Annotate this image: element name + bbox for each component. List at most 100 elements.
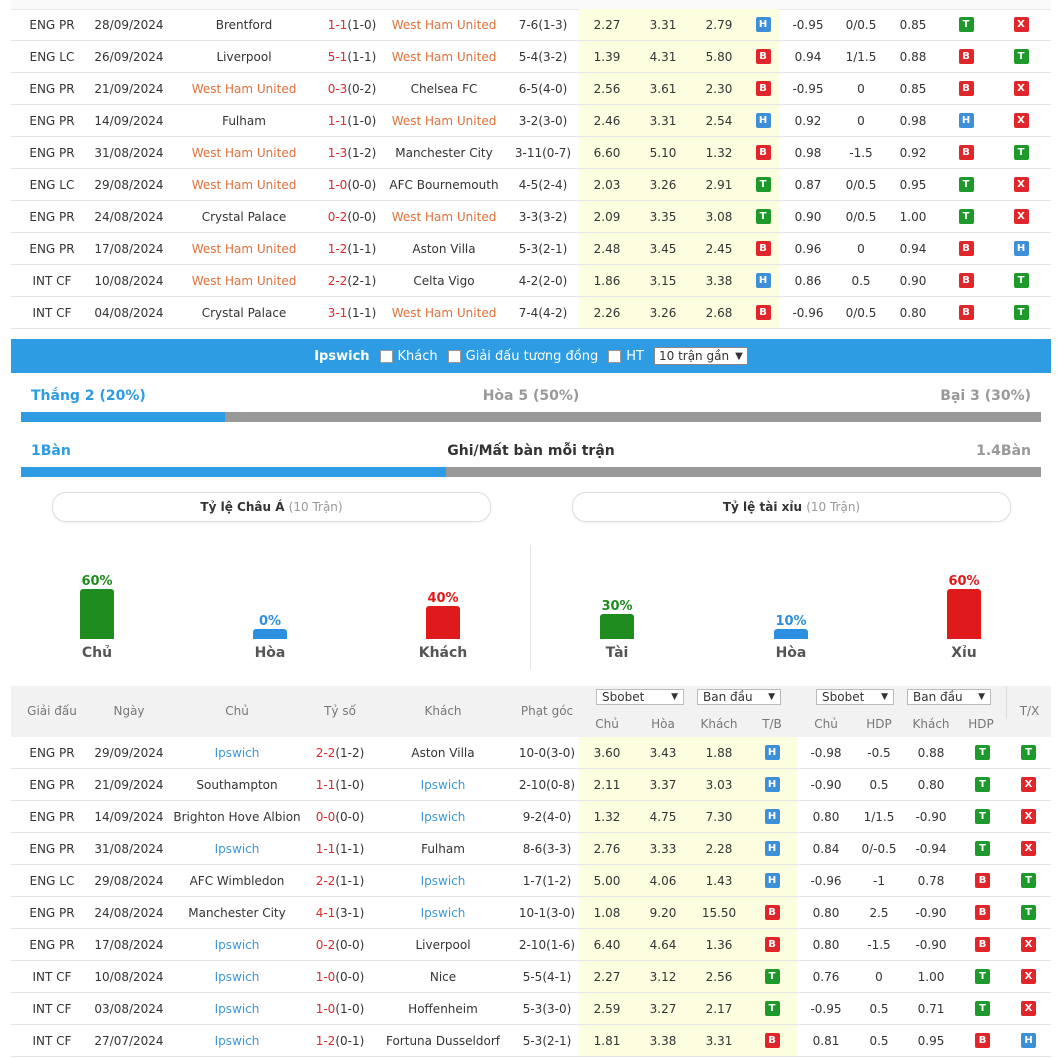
score-cell: 5-1(1-1) xyxy=(323,40,381,73)
hdp-cell: 1/1.5 xyxy=(837,40,885,73)
away-team-link[interactable]: West Ham United xyxy=(381,296,507,329)
score-cell: 1-1(1-0) xyxy=(309,768,371,801)
away-team-link[interactable]: West Ham United xyxy=(381,9,507,41)
table-row[interactable]: ENG PR 31/08/2024 Ipswich 1-1(1-1) Fulham 8-6… xyxy=(11,832,1051,865)
odds-result-badge-cell: B xyxy=(747,928,797,961)
away-team-link[interactable]: Aston Villa xyxy=(381,232,507,265)
hdp-result-badge: B xyxy=(975,937,990,952)
odds-bookmaker-select[interactable]: Sbobet ▼ xyxy=(596,689,684,705)
home-team-link[interactable]: Liverpool xyxy=(165,40,323,73)
hdp-result-badge-cell: T xyxy=(959,768,1006,801)
away-team-link[interactable]: Nice xyxy=(371,960,515,993)
away-team-link[interactable]: Liverpool xyxy=(371,928,515,961)
table-row[interactable]: ENG PR 21/09/2024 Southampton 1-1(1-0) Ipswi… xyxy=(11,768,1051,801)
away-team-link[interactable]: Ipswich xyxy=(371,896,515,929)
col-away: Khách xyxy=(424,704,462,718)
odds-timing-select[interactable]: Ban đầu ▼ xyxy=(697,689,781,705)
table-row[interactable]: ENG PR 24/08/2024 Crystal Palace 0-2(0-0) We… xyxy=(11,200,1051,233)
hdp-cell: 0/0.5 xyxy=(837,200,885,233)
home-team-link[interactable]: Ipswich xyxy=(165,1024,309,1057)
date-cell: 29/08/2024 xyxy=(93,168,165,201)
ah-home-cell: -0.96 xyxy=(779,296,837,329)
away-team-link[interactable]: Ipswich xyxy=(371,864,515,897)
handicap-timing-select[interactable]: Ban đầu ▼ xyxy=(907,689,991,705)
ht-checkbox[interactable] xyxy=(608,349,622,363)
score-halftime: (0-2) xyxy=(347,81,377,96)
table-row[interactable]: ENG PR 17/08/2024 Ipswich 0-2(0-0) Liverpool… xyxy=(11,928,1051,961)
away-team-link[interactable]: Ipswich xyxy=(371,768,515,801)
odds-home-cell: 2.76 xyxy=(579,832,635,865)
home-team-link[interactable]: Ipswich xyxy=(165,737,309,769)
table-row[interactable]: ENG PR 21/09/2024 West Ham United 0-3(0-2) C… xyxy=(11,72,1051,105)
same-league-checkbox[interactable] xyxy=(447,349,461,363)
overunder-badge-cell: T xyxy=(991,296,1051,329)
table-row[interactable]: ENG PR 28/09/2024 Brentford 1-1(1-0) West Ha… xyxy=(11,9,1051,41)
home-team-link[interactable]: Ipswich xyxy=(165,992,309,1025)
home-team-link[interactable]: West Ham United xyxy=(165,264,323,297)
table-row[interactable]: INT CF 27/07/2024 Ipswich 1-2(0-1) Fortuna D… xyxy=(11,1024,1051,1057)
filter-same-league-option[interactable]: Giải đấu tương đồng xyxy=(447,349,598,364)
table-row[interactable]: INT CF 10/08/2024 West Ham United 2-2(2-1) C… xyxy=(11,264,1051,297)
table-row[interactable]: ENG LC 29/08/2024 AFC Wimbledon 2-2(1-1) Ips… xyxy=(11,864,1051,897)
home-team-link[interactable]: Ipswich xyxy=(165,960,309,993)
corner-cell: 2-10(1-6) xyxy=(515,928,579,961)
odds-draw-cell: 4.31 xyxy=(635,40,691,73)
away-team-link[interactable]: Chelsea FC xyxy=(381,72,507,105)
away-team-link[interactable]: Celta Vigo xyxy=(381,264,507,297)
match-count-select[interactable]: 10 trận gần ▼ xyxy=(653,347,748,365)
home-team-link[interactable]: AFC Wimbledon xyxy=(165,864,309,897)
home-team-link[interactable]: Ipswich xyxy=(165,832,309,865)
home-team-link[interactable]: Fulham xyxy=(165,104,323,137)
home-team-link[interactable]: Ipswich xyxy=(165,928,309,961)
league-cell: ENG LC xyxy=(11,40,93,73)
table-row[interactable]: INT CF 10/08/2024 Ipswich 1-0(0-0) Nice 5-5(4… xyxy=(11,960,1051,993)
overunder-badge-cell: T xyxy=(991,136,1051,169)
away-team-link[interactable]: Fulham xyxy=(371,832,515,865)
home-team-link[interactable]: Manchester City xyxy=(165,896,309,929)
handicap-bookmaker-select[interactable]: Sbobet ▼ xyxy=(816,689,894,705)
away-team-link[interactable]: AFC Bournemouth xyxy=(381,168,507,201)
away-team-link[interactable]: Fortuna Dusseldorf xyxy=(371,1024,515,1057)
away-team-link[interactable]: Ipswich xyxy=(371,800,515,833)
away-team-link[interactable]: West Ham United xyxy=(381,40,507,73)
home-team-link[interactable]: Crystal Palace xyxy=(165,200,323,233)
league-cell: ENG PR xyxy=(11,737,93,769)
table-row[interactable]: ENG PR 24/08/2024 Manchester City 4-1(3-1) I… xyxy=(11,896,1051,929)
filter-away-option[interactable]: Khách xyxy=(379,349,438,364)
corner-cell: 5-5(4-1) xyxy=(515,960,579,993)
table-row[interactable]: ENG LC 29/08/2024 West Ham United 1-0(0-0) A… xyxy=(11,168,1051,201)
home-team-link[interactable]: West Ham United xyxy=(165,232,323,265)
table-row[interactable]: ENG PR 29/09/2024 Ipswich 2-2(1-2) Aston Vil… xyxy=(11,737,1051,769)
table-row[interactable]: ENG PR 14/09/2024 Fulham 1-1(1-0) West Ham U… xyxy=(11,104,1051,137)
home-team-link[interactable]: West Ham United xyxy=(165,136,323,169)
table-row[interactable]: INT CF 03/08/2024 Ipswich 1-0(1-0) Hoffenhei… xyxy=(11,992,1051,1025)
odds-home-cell: 2.09 xyxy=(579,200,635,233)
score-fulltime: 1-2 xyxy=(327,241,348,256)
score-cell: 2-2(1-1) xyxy=(309,864,371,897)
overunder-badge: T xyxy=(1021,745,1036,760)
table-row[interactable]: INT CF 04/08/2024 Crystal Palace 3-1(1-1) We… xyxy=(11,296,1051,329)
handicap-timing-value: Ban đầu xyxy=(913,690,963,704)
home-team-link[interactable]: West Ham United xyxy=(165,72,323,105)
home-team-link[interactable]: Brighton Hove Albion xyxy=(165,800,309,833)
table-row[interactable]: ENG PR 31/08/2024 West Ham United 1-3(1-2) M… xyxy=(11,136,1051,169)
date-cell: 29/08/2024 xyxy=(93,864,165,897)
away-checkbox[interactable] xyxy=(379,349,393,363)
bars-divider xyxy=(530,545,531,670)
hdp-result-badge-cell: T xyxy=(941,200,991,233)
table-row[interactable]: ENG LC 26/09/2024 Liverpool 5-1(1-1) West Ha… xyxy=(11,40,1051,73)
home-team-link[interactable]: Southampton xyxy=(165,768,309,801)
home-team-link[interactable]: Crystal Palace xyxy=(165,296,323,329)
away-team-link[interactable]: Hoffenheim xyxy=(371,992,515,1025)
goals-progress-bar xyxy=(21,467,1041,477)
odds-away-cell: 2.79 xyxy=(691,9,747,41)
home-team-link[interactable]: West Ham United xyxy=(165,168,323,201)
table-row[interactable]: ENG PR 17/08/2024 West Ham United 1-2(1-1) A… xyxy=(11,232,1051,265)
away-team-link[interactable]: Aston Villa xyxy=(371,737,515,769)
home-team-link[interactable]: Brentford xyxy=(165,9,323,41)
table-row[interactable]: ENG PR 14/09/2024 Brighton Hove Albion 0-0(… xyxy=(11,800,1051,833)
away-team-link[interactable]: Manchester City xyxy=(381,136,507,169)
filter-ht-option[interactable]: HT xyxy=(608,349,644,364)
away-team-link[interactable]: West Ham United xyxy=(381,104,507,137)
away-team-link[interactable]: West Ham United xyxy=(381,200,507,233)
